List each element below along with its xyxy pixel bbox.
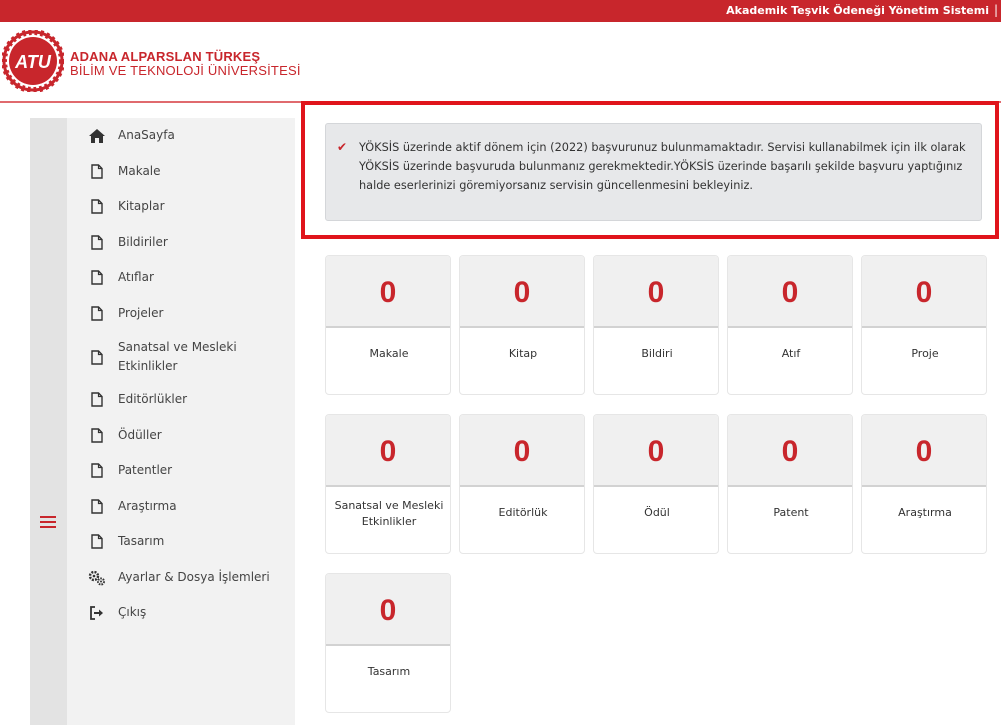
file-icon — [88, 462, 106, 480]
card-count: 0 — [915, 276, 933, 309]
card-label: Ödül — [644, 506, 670, 519]
sidebar-item-label: Makale — [118, 164, 161, 178]
card-count: 0 — [781, 435, 799, 468]
card-count: 0 — [513, 435, 531, 468]
stat-card-kitap[interactable]: 0 Kitap — [459, 255, 585, 395]
sidebar-item-projeler[interactable]: Projeler — [88, 304, 163, 323]
sidebar-item-label: Tasarım — [118, 534, 165, 548]
sidebar-item-label-line2: Etkinlikler — [118, 359, 178, 373]
sidebar-item-ayarlar-dosya-islemleri[interactable]: Ayarlar & Dosya İşlemleri — [88, 568, 270, 587]
file-icon — [88, 269, 106, 287]
system-title: Akademik Teşvik Ödeneği Yönetim Sistemi — [726, 4, 989, 17]
card-label: Atıf — [781, 347, 801, 360]
stat-card-proje[interactable]: 0 Proje — [861, 255, 987, 395]
sidebar-item-cikis[interactable]: Çıkış — [88, 603, 146, 622]
card-label: Tasarım — [367, 665, 411, 678]
logo-text: ATU — [14, 52, 52, 72]
university-logo[interactable]: ATU — [2, 30, 64, 92]
sidebar-item-oduller[interactable]: Ödüller — [88, 426, 162, 445]
card-label: Makale — [369, 347, 409, 360]
university-name-line1: ADANA ALPARSLAN TÜRKEŞ — [70, 49, 261, 64]
card-count: 0 — [915, 435, 933, 468]
sidebar-item-atiflar[interactable]: Atıflar — [88, 268, 154, 287]
header: ATU ADANA ALPARSLAN TÜRKEŞ BİLİM VE TEKN… — [0, 22, 1001, 103]
file-icon — [88, 348, 106, 366]
stat-card-editorluk[interactable]: 0 Editörlük — [459, 414, 585, 554]
stat-card-sanatsal-ve-mesleki-etkinlikler[interactable]: 0 Sanatsal ve Mesleki Etkinlikler — [325, 414, 451, 554]
stat-card-makale[interactable]: 0 Makale — [325, 255, 451, 395]
card-label: Editörlük — [498, 506, 548, 519]
sidebar-item-label: Patentler — [118, 463, 173, 477]
sidebar-item-label: Editörlükler — [118, 392, 188, 406]
sidebar-item-label: Projeler — [118, 306, 164, 320]
stat-card-arastirma[interactable]: 0 Araştırma — [861, 414, 987, 554]
card-label: Bildiri — [641, 347, 673, 360]
sidebar-item-editorlukler[interactable]: Editörlükler — [88, 390, 187, 409]
sidebar-item-label: Kitaplar — [118, 199, 165, 213]
hamburger-menu-icon[interactable] — [40, 516, 56, 528]
sidebar-item-tasarim[interactable]: Tasarım — [88, 532, 164, 551]
file-icon — [88, 498, 106, 516]
stat-card-atif[interactable]: 0 Atıf — [727, 255, 853, 395]
sidebar-item-label-line1: Sanatsal ve Mesleki — [118, 340, 237, 354]
file-icon — [88, 163, 106, 181]
file-icon — [88, 391, 106, 409]
file-icon — [88, 198, 106, 216]
sidebar-item-kitaplar[interactable]: Kitaplar — [88, 197, 165, 216]
file-icon — [88, 533, 106, 551]
university-name-line2: BİLİM VE TEKNOLOJİ ÜNİVERSİTESİ — [70, 63, 301, 78]
sidebar-item-label: Ayarlar & Dosya İşlemleri — [118, 570, 270, 584]
sidebar-item-label: Sanatsal ve Mesleki Etkinlikler — [118, 338, 237, 376]
file-icon — [88, 234, 106, 252]
sidebar-item-makale[interactable]: Makale — [88, 162, 161, 181]
card-label: Araştırma — [898, 506, 952, 519]
sidebar-item-label: Bildiriler — [118, 235, 168, 249]
sidebar-item-label: Atıflar — [118, 270, 154, 284]
card-count: 0 — [379, 594, 397, 627]
stat-card-tasarim[interactable]: 0 Tasarım — [325, 573, 451, 713]
sidebar-item-label: Ödüller — [118, 428, 162, 442]
card-label-line1: Sanatsal ve Mesleki — [334, 499, 444, 512]
card-count: 0 — [379, 435, 397, 468]
sidebar-item-bildiriler[interactable]: Bildiriler — [88, 233, 168, 252]
sidebar-item-anasayfa[interactable]: AnaSayfa — [88, 126, 175, 145]
card-label: Kitap — [508, 347, 538, 360]
stat-card-patent[interactable]: 0 Patent — [727, 414, 853, 554]
topbar-separator: | — [993, 3, 998, 17]
sidebar-item-arastirma[interactable]: Araştırma — [88, 497, 177, 516]
sidebar-item-label: Çıkış — [118, 605, 147, 619]
card-count: 0 — [647, 276, 665, 309]
file-icon — [88, 305, 106, 323]
card-count: 0 — [513, 276, 531, 309]
notice-alert: ✔ YÖKSİS üzerinde aktif dönem için (2022… — [325, 123, 982, 221]
stat-card-odul[interactable]: 0 Ödül — [593, 414, 719, 554]
sidebar-item-label: AnaSayfa — [118, 128, 175, 142]
sign-out-icon — [88, 604, 106, 622]
notice-message: YÖKSİS üzerinde aktif dönem için (2022) … — [359, 141, 966, 192]
stat-card-bildiri[interactable]: 0 Bildiri — [593, 255, 719, 395]
sidebar-item-patentler[interactable]: Patentler — [88, 461, 172, 480]
sidebar: AnaSayfa Makale Kitaplar Bildiriler Atıf… — [30, 118, 295, 725]
card-label: Proje — [911, 347, 939, 360]
check-icon: ✔ — [337, 140, 348, 154]
file-icon — [88, 427, 106, 445]
card-label: Patent — [773, 506, 809, 519]
gears-icon — [88, 569, 106, 587]
sidebar-item-sanatsal-ve-mesleki-etkinlikler[interactable]: Sanatsal ve Mesleki Etkinlikler — [88, 338, 237, 376]
home-icon — [88, 127, 106, 145]
card-label-line2: Etkinlikler — [361, 515, 417, 528]
card-count: 0 — [379, 276, 397, 309]
card-count: 0 — [781, 276, 799, 309]
sidebar-item-label: Araştırma — [118, 499, 177, 513]
university-name: ADANA ALPARSLAN TÜRKEŞ BİLİM VE TEKNOLOJ… — [70, 50, 301, 78]
card-label: Sanatsal ve Mesleki Etkinlikler — [330, 498, 448, 530]
card-count: 0 — [647, 435, 665, 468]
sidebar-rail — [30, 118, 67, 725]
top-bar: Akademik Teşvik Ödeneği Yönetim Sistemi … — [0, 0, 1001, 22]
